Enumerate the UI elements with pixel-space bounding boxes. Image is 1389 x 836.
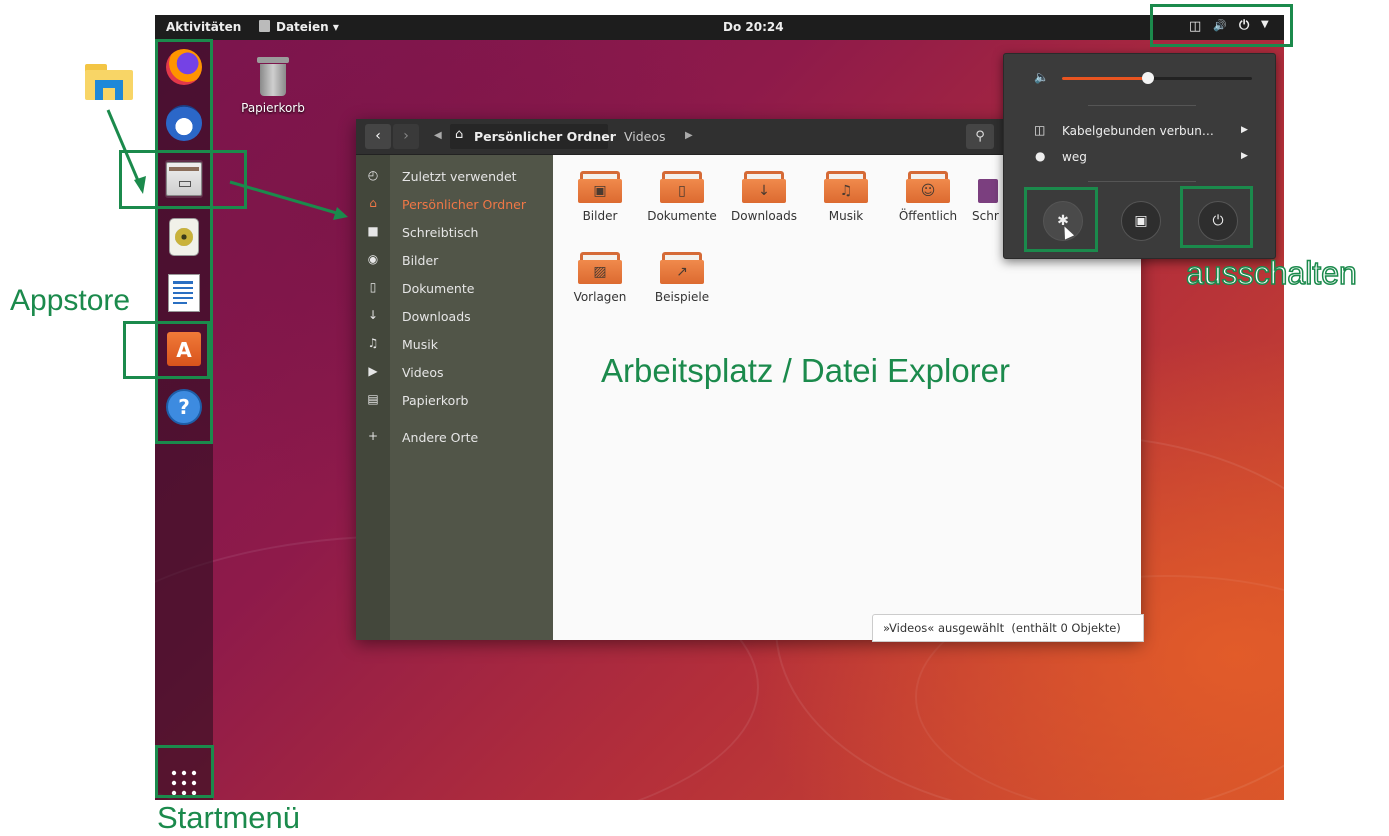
annotation-shutdown: ausschalten — [1185, 254, 1357, 292]
annotation-arrows — [106, 109, 348, 220]
annotation-explorer: Arbeitsplatz / Datei Explorer — [601, 352, 1011, 389]
annotation-appstore: Appstore — [10, 284, 131, 317]
annotation-startmenu: Startmenü — [157, 800, 301, 835]
